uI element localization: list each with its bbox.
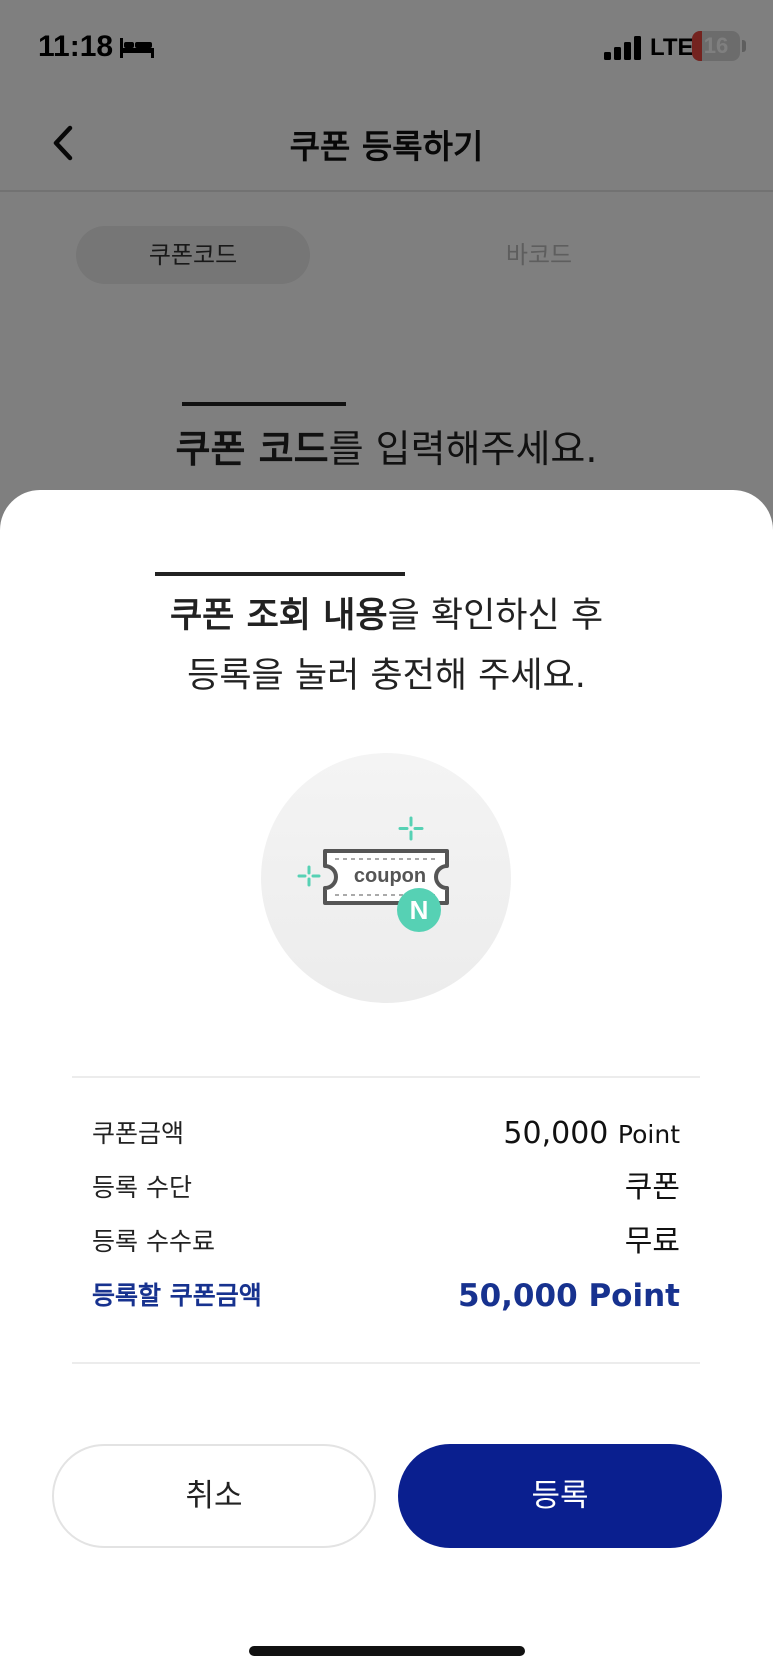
sheet-title-rest: 을 확인하신 후 xyxy=(387,596,604,636)
detail-row-method: 등록 수단 쿠폰 xyxy=(92,1166,680,1210)
register-button[interactable]: 등록 xyxy=(398,1444,722,1548)
sheet-title-bold: 쿠폰 조회 내용 xyxy=(169,596,388,636)
sheet-title-line2: 등록을 눌러 충전해 주세요. xyxy=(187,656,586,696)
coupon-confirm-sheet: 쿠폰 조회 내용을 확인하신 후 등록을 눌러 충전해 주세요. coupon … xyxy=(0,490,773,1674)
amount-unit: Point xyxy=(617,1120,680,1149)
detail-label: 등록 수단 xyxy=(92,1173,192,1202)
coupon-word: coupon xyxy=(353,865,427,887)
detail-row-coupon-amount: 쿠폰금액 50,000 Point xyxy=(92,1112,680,1156)
total-unit: Point xyxy=(588,1278,680,1314)
detail-label: 등록할 쿠폰금액 xyxy=(92,1281,262,1310)
detail-value: 쿠폰 xyxy=(624,1170,680,1205)
coupon-illustration: coupon N xyxy=(261,753,511,1003)
new-badge: N xyxy=(397,888,441,932)
amount-number: 50,000 xyxy=(503,1116,609,1151)
detail-value: 무료 xyxy=(624,1224,680,1259)
detail-label: 등록 수수료 xyxy=(92,1227,215,1256)
detail-value: 50,000 Point xyxy=(503,1112,680,1157)
sheet-title: 쿠폰 조회 내용을 확인하신 후 등록을 눌러 충전해 주세요. xyxy=(0,586,773,706)
detail-row-fee: 등록 수수료 무료 xyxy=(92,1220,680,1264)
divider xyxy=(72,1362,700,1364)
detail-row-total: 등록할 쿠폰금액 50,000 Point xyxy=(92,1274,680,1318)
sheet-title-underline xyxy=(155,572,405,576)
home-indicator xyxy=(249,1646,525,1656)
divider xyxy=(72,1076,700,1078)
detail-value: 50,000 Point xyxy=(458,1274,680,1318)
detail-label: 쿠폰금액 xyxy=(92,1119,185,1148)
total-number: 50,000 xyxy=(458,1278,578,1314)
cancel-button[interactable]: 취소 xyxy=(52,1444,376,1548)
